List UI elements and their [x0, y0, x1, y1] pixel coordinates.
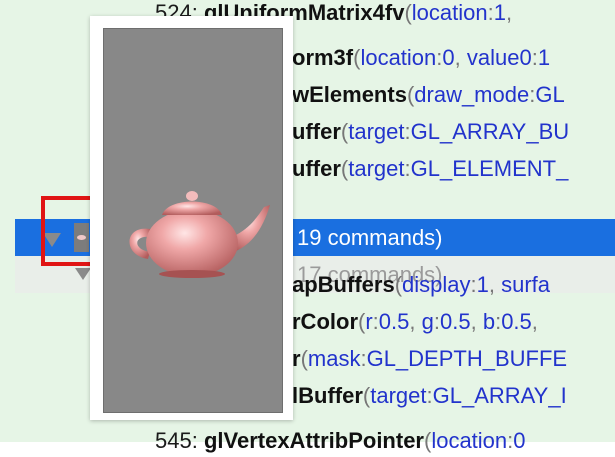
command-call: orm3f(location:0, value0:1 — [292, 45, 551, 70]
param-value: GL_ARRAY_BU — [410, 119, 570, 144]
param-value: 1 — [476, 272, 489, 297]
command-name: rColor — [292, 309, 358, 334]
tree-row[interactable]: 545: glVertexAttribPointer(location:0 — [0, 420, 615, 457]
param-value: 0 — [513, 428, 526, 453]
command-name: lBuffer — [292, 383, 363, 408]
command-call: 545: glVertexAttribPointer(location:0 — [155, 428, 526, 453]
command-name: uffer — [292, 156, 341, 181]
param-name: surfa — [501, 272, 551, 297]
command-name: uffer — [292, 119, 341, 144]
highlight-box — [41, 196, 95, 266]
param-name: target — [348, 156, 405, 181]
param-name: b — [482, 309, 496, 334]
param-name: draw_mode — [414, 82, 530, 107]
command-call: r(mask:GL_DEPTH_BUFFE — [292, 346, 568, 371]
command-name: glVertexAttribPointer — [203, 428, 424, 453]
command-name: wElements — [292, 82, 407, 107]
param-value: GL — [535, 82, 565, 107]
param-value: 1 — [537, 45, 551, 70]
param-name: g — [421, 309, 434, 334]
param-name: location — [360, 45, 437, 70]
param-value: GL_ARRAY_I — [432, 383, 567, 408]
command-name: apBuffers — [292, 272, 395, 297]
param-name: display — [402, 272, 471, 297]
param-value: 0.5 — [378, 309, 410, 334]
command-call: uffer(target:GL_ARRAY_BU — [292, 119, 570, 144]
param-value: 0 — [442, 45, 455, 70]
param-name: location — [431, 428, 508, 453]
thumbnail-preview-popup — [90, 16, 293, 420]
param-value: 0.5 — [501, 309, 532, 334]
param-separator: , — [505, 0, 513, 25]
param-value: 0.5 — [439, 309, 471, 334]
command-call: lBuffer(target:GL_ARRAY_I — [292, 383, 567, 408]
teapot-render-icon — [129, 191, 270, 278]
command-call: apBuffers(display:1, surfa — [292, 272, 551, 297]
param-name: mask — [307, 346, 361, 371]
command-name: orm3f — [292, 45, 354, 70]
param-name: r — [365, 309, 373, 334]
framebuffer-preview — [103, 28, 283, 413]
command-name: r — [292, 346, 301, 371]
param-name: target — [370, 383, 427, 408]
command-call: uffer(target:GL_ELEMENT_ — [292, 156, 569, 181]
param-separator: , — [531, 309, 538, 334]
param-value: GL_DEPTH_BUFFE — [366, 346, 568, 371]
command-tree-panel: 524: glUniformMatrix4fv(location:1, orm3… — [0, 0, 615, 453]
group-label: 19 commands) — [297, 225, 443, 250]
param-name: target — [348, 119, 405, 144]
param-name: location — [411, 0, 488, 25]
param-name: value0 — [466, 45, 532, 70]
command-call: wElements(draw_mode:GL — [292, 82, 565, 107]
param-value: GL_ELEMENT_ — [410, 156, 569, 181]
command-call: rColor(r:0.5, g:0.5, b:0.5, — [292, 309, 538, 334]
command-index: 545: — [155, 428, 198, 453]
param-value: 1 — [493, 0, 506, 25]
